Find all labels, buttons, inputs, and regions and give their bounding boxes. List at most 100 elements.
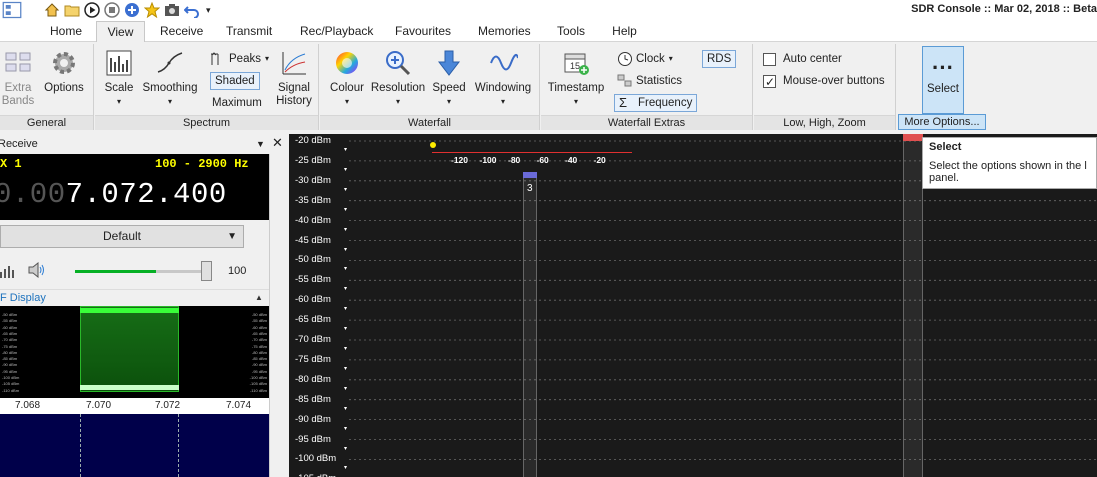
select-tooltip: Select Select the options shown in the l…: [922, 137, 1097, 189]
passband-filter[interactable]: [80, 306, 179, 392]
select-label: Select: [927, 83, 959, 95]
collapse-icon[interactable]: ▲: [255, 290, 263, 306]
mode-dropdown[interactable]: Default ▼: [0, 225, 244, 248]
if-waterfall[interactable]: [0, 414, 269, 477]
resolution-button[interactable]: Resolution ▾: [368, 48, 428, 108]
signal-bars-icon[interactable]: [0, 264, 14, 278]
tuning-marker-handle[interactable]: [523, 172, 537, 178]
dbm-label: -95 dBm: [295, 433, 331, 445]
volume-thumb[interactable]: [201, 261, 212, 281]
peaks-label: Peaks: [229, 53, 261, 65]
if-scale-label: 7.072: [155, 400, 181, 411]
volume-value: 100: [228, 265, 247, 277]
if-dbm-label: -75 dBm: [2, 343, 18, 349]
frequency-display[interactable]: X 1 100 - 2900 Hz 0.007.072.400: [0, 154, 269, 220]
secondary-marker-handle[interactable]: [903, 134, 923, 141]
if-display-header: F Display ▲: [0, 289, 269, 305]
timestamp-button[interactable]: 15 Timestamp ▾: [546, 48, 606, 108]
mode-value: Default: [102, 229, 142, 243]
home-icon[interactable]: [44, 2, 60, 18]
tooltip-title: Select: [929, 141, 962, 153]
stop-icon[interactable]: [104, 2, 120, 18]
peaks-icon: [211, 52, 219, 65]
speed-button[interactable]: Speed ▾: [430, 48, 468, 108]
folder-icon[interactable]: [64, 2, 80, 18]
qat-dropdown-icon[interactable]: ▾: [206, 5, 211, 16]
shaded-button[interactable]: Shaded: [210, 72, 260, 90]
tab-rec-playback[interactable]: Rec/Playback: [300, 24, 373, 42]
if-dbm-label: -65 dBm: [2, 330, 18, 336]
maximum-button[interactable]: Maximum: [212, 94, 262, 112]
secondary-passband[interactable]: [903, 134, 923, 477]
tab-favourites[interactable]: Favourites: [395, 24, 451, 42]
passband-line-right: [178, 414, 179, 477]
extra-bands-button[interactable]: Extra Bands: [0, 48, 36, 108]
dbm-label: -50 dBm: [295, 254, 331, 266]
panel-splitter[interactable]: [269, 154, 286, 477]
receive-panel-title: Receive: [0, 138, 38, 150]
colour-icon: [336, 52, 358, 74]
dbm-label: -55 dBm: [295, 274, 331, 286]
auto-center-label: Auto center: [783, 53, 842, 65]
volume-fill: [75, 270, 156, 273]
peaks-button[interactable]: Peaks ▾: [210, 50, 269, 68]
star-icon[interactable]: [144, 2, 160, 18]
tab-tools[interactable]: Tools: [557, 24, 585, 42]
panel-menu-icon[interactable]: ▼: [256, 136, 265, 152]
select-button[interactable]: ··· Select: [922, 46, 964, 114]
app-icon[interactable]: [2, 0, 22, 20]
tab-receive[interactable]: Receive: [160, 24, 203, 42]
if-dbm-label: -60 dBm: [251, 324, 267, 330]
camera-icon[interactable]: [164, 2, 180, 18]
more-options-label[interactable]: More Options...: [898, 114, 986, 130]
speaker-icon[interactable]: [28, 262, 46, 278]
add-icon[interactable]: [124, 2, 140, 18]
smoothing-button[interactable]: Smoothing ▾: [139, 48, 201, 108]
if-dbm-label: -80 dBm: [251, 349, 267, 355]
if-scale-label: 7.074: [226, 400, 252, 411]
frequency-button[interactable]: Σ Frequency: [614, 94, 698, 112]
group-spectrum-label: Spectrum: [95, 115, 318, 130]
clock-label: Clock: [636, 53, 665, 65]
clock-button[interactable]: Clock ▾: [617, 50, 673, 68]
if-dbm-label: -105 dBm: [249, 381, 267, 387]
tab-home[interactable]: Home: [50, 24, 82, 42]
scale-button[interactable]: Scale ▾: [101, 48, 137, 108]
if-dbm-label: -60 dBm: [2, 324, 18, 330]
frequency-readout[interactable]: 0.007.072.400: [0, 178, 227, 211]
auto-center-checkbox[interactable]: [763, 52, 776, 66]
play-icon[interactable]: [84, 2, 100, 18]
group-waterfall-label: Waterfall: [320, 115, 539, 130]
tab-help[interactable]: Help: [612, 24, 637, 42]
scale-icon: [106, 50, 132, 76]
signal-history-button[interactable]: Signal History: [271, 48, 317, 108]
tab-transmit[interactable]: Transmit: [226, 24, 272, 42]
auto-center-toggle[interactable]: Auto center: [763, 50, 842, 68]
resolution-label: Resolution: [370, 82, 426, 94]
volume-slider[interactable]: [75, 270, 210, 273]
mouseover-buttons-toggle[interactable]: Mouse-over buttons: [763, 72, 885, 91]
tuning-passband[interactable]: [523, 172, 537, 477]
zoom-in-icon: [386, 51, 411, 76]
options-label: Options: [44, 82, 84, 94]
smeter-bar: [432, 152, 632, 153]
if-dbm-label: -105 dBm: [2, 381, 20, 387]
speed-label: Speed: [432, 82, 466, 94]
windowing-button[interactable]: Windowing ▾: [470, 48, 536, 108]
signal-history-label: Signal History: [276, 82, 312, 107]
tooltip-body: Select the options shown in the l panel.: [929, 160, 1087, 184]
chevron-down-icon: ▼: [227, 231, 237, 242]
colour-button[interactable]: Colour ▾: [328, 48, 366, 108]
rds-button[interactable]: RDS: [702, 50, 737, 68]
clock-icon: [618, 52, 632, 66]
title-bar: ▾ SDR Console :: Mar 02, 2018 :: Beta: [0, 0, 1097, 20]
close-icon[interactable]: ✕: [272, 135, 283, 151]
mouseover-buttons-checkbox[interactable]: [763, 73, 776, 91]
statistics-button[interactable]: Statistics: [617, 72, 682, 90]
dbm-tick-icon: ▾: [344, 226, 348, 233]
tab-memories[interactable]: Memories: [478, 24, 531, 42]
undo-icon[interactable]: [184, 2, 200, 18]
if-spectrum[interactable]: -50 dBm -50 dBm -55 dBm -55 dBm -60 dBm -60 d…: [0, 306, 269, 398]
options-button[interactable]: Options: [40, 48, 88, 95]
tab-view[interactable]: View: [96, 21, 145, 43]
